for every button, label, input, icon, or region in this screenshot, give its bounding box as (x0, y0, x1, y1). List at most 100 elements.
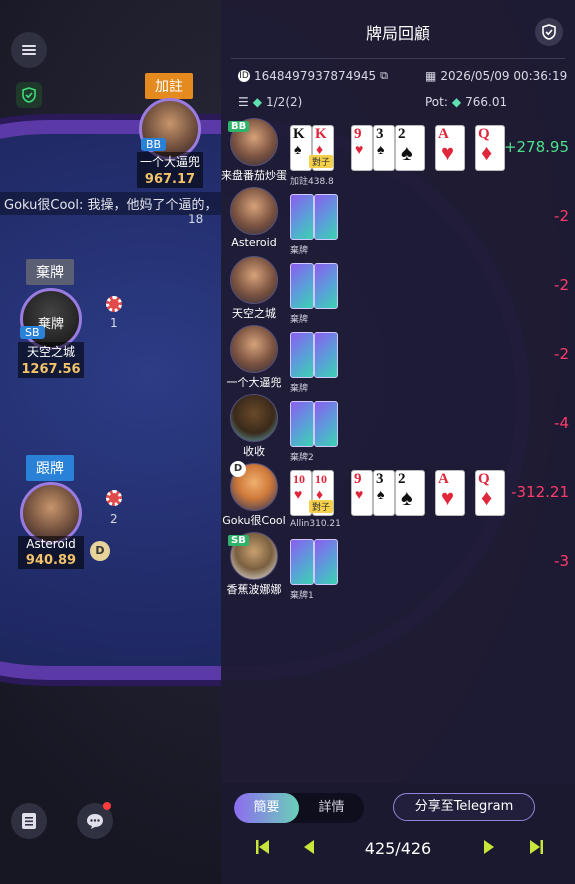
playing-card: 2 ♠ (395, 125, 425, 171)
action-tag-call: 跟牌 (26, 455, 74, 481)
seat-name: 一个大逼兜 (137, 152, 203, 171)
player-name: 香蕉波娜娜 (226, 583, 282, 596)
player-name: 收收 (243, 445, 265, 458)
avatar (230, 256, 278, 304)
player-name: 一个大逼兜 (226, 376, 282, 389)
card-back (290, 194, 314, 240)
divider (231, 58, 565, 59)
blinds-row: ☰ ◆ 1/2(2) (238, 95, 302, 109)
result-amount: -312.21 (511, 483, 569, 501)
action-note: 棄牌 (290, 246, 309, 256)
chat-button[interactable] (77, 802, 113, 839)
player-row[interactable]: D Goku很Cool 10 ♥ 10 ♦ 對子 9 ♥ 3 ♠ 2 ♠ A ♥ Q ♦ (221, 461, 575, 531)
action-note: Allin310.21 (290, 519, 341, 529)
card-back (314, 194, 338, 240)
id-icon: ID (238, 70, 250, 82)
hand-rank-tag: 對子 (309, 500, 334, 513)
action-note: 加註438.8 (290, 177, 334, 187)
pot-value: 766.01 (465, 95, 508, 109)
board-cards: 9 ♥ 3 ♠ 2 ♠ A ♥ Q ♦ (351, 470, 515, 516)
avatar (20, 482, 82, 544)
chat-bubble-icon (87, 814, 103, 829)
playing-card: 3 ♠ (373, 125, 395, 171)
dealer-badge: D (230, 461, 246, 477)
verify-button[interactable] (535, 18, 563, 46)
result-amount: -2 (554, 207, 569, 225)
player-name: 天空之城 (232, 307, 276, 320)
view-toggle: 簡要 詳情 (234, 793, 364, 823)
seat-player-sb[interactable]: 棄牌 SB 天空之城 1267.56 (18, 288, 84, 378)
menu-button[interactable] (11, 32, 47, 68)
player-name: 来盘番茄炒蛋 (221, 169, 287, 182)
position-badge: SB (228, 535, 249, 546)
seat-stack: 1267.56 (18, 361, 84, 378)
seat-name: 天空之城 (18, 342, 84, 361)
player-row[interactable]: Asteroid 棄牌 -2 (221, 187, 575, 256)
datetime-row: ▦ 2026/05/09 00:36:19 (425, 69, 567, 83)
seat-stack: 967.17 (137, 171, 203, 188)
player-row[interactable]: BB 来盘番茄炒蛋 K♠ K♦ 對子 9♥ 3♠ 2♠ A♥ Q♦ (221, 118, 575, 187)
card-back (290, 401, 314, 447)
pot-row: Pot: ◆ 766.01 (425, 95, 507, 109)
result-amount: -4 (554, 414, 569, 432)
card-back (290, 263, 314, 309)
player-row[interactable]: SB 香蕉波娜娜 棄牌1 -3 (221, 532, 575, 601)
hand-rank-tag: 對子 (309, 155, 334, 168)
playing-card: 9 ♥ (351, 470, 373, 516)
blinds-value: 1/2(2) (266, 95, 303, 109)
card-back (290, 539, 314, 585)
share-telegram-button[interactable]: 分享至Telegram (393, 793, 535, 821)
result-amount: +278.95 (503, 138, 569, 156)
position-badge: SB (20, 326, 45, 339)
hand-history-button[interactable] (11, 803, 47, 839)
position-badge: BB (141, 138, 167, 151)
panel-title: 牌局回顧 (365, 24, 430, 43)
seat-stack: 940.89 (18, 552, 84, 569)
tab-summary[interactable]: 簡要 (234, 793, 299, 823)
review-footer: 簡要 詳情 分享至Telegram 425/426 (221, 783, 575, 884)
tab-detail[interactable]: 詳情 (299, 793, 364, 823)
chat-message: Goku很Cool: 我操，他妈了个逼的， (0, 192, 222, 215)
seat-player-asteroid[interactable]: Asteroid 940.89 (18, 482, 84, 569)
hand-id-row: ID 1648497937874945 ⧉ (238, 69, 388, 83)
card-back (314, 401, 338, 447)
next-hand-button[interactable] (483, 839, 495, 859)
chip-count: 2 (110, 512, 118, 526)
playing-card: A ♥ (435, 125, 465, 171)
playing-card: 9 ♥ (351, 125, 373, 171)
avatar (230, 187, 278, 235)
hamburger-icon (22, 43, 36, 57)
action-note: 棄牌 (290, 315, 309, 325)
result-amount: -2 (554, 345, 569, 363)
card-back (314, 332, 338, 378)
hand-review-panel: 牌局回顧 ID 1648497937874945 ⧉ ▦ 2026/05/09 … (221, 0, 575, 884)
last-hand-button[interactable] (529, 839, 543, 859)
card-back (314, 263, 338, 309)
avatar: 棄牌 (20, 288, 82, 350)
shield-check-icon (542, 24, 556, 40)
coin-stack-icon: ☰ (238, 95, 249, 109)
player-row[interactable]: 天空之城 棄牌 -2 (221, 256, 575, 325)
shield-icon[interactable] (16, 82, 42, 108)
action-note: 棄牌1 (290, 591, 314, 601)
seat-name: Asteroid (18, 536, 84, 552)
calendar-icon: ▦ (425, 69, 437, 83)
hole-cards-facedown (290, 194, 338, 240)
notification-dot (103, 802, 111, 810)
player-name: Goku很Cool (222, 514, 286, 527)
skip-last-icon (530, 840, 543, 854)
action-tag-raise: 加註 (145, 73, 193, 99)
seat-player-bb[interactable]: BB 一个大逼兜 967.17 (137, 98, 203, 188)
gem-icon: ◆ (451, 95, 462, 109)
card-back (290, 332, 314, 378)
board-cards: 9 ♥ 3 ♠ 2 ♠ A ♥ Q ♦ (351, 125, 515, 171)
player-row[interactable]: 一个大逼兜 棄牌 -2 (221, 325, 575, 394)
gem-icon: ◆ (252, 95, 262, 109)
pot-label: Pot: (425, 95, 448, 109)
avatar (230, 325, 278, 373)
player-row[interactable]: 收收 棄牌2 -4 (221, 394, 575, 463)
hand-counter: 425/426 (364, 839, 432, 858)
chip-count: 1 (110, 316, 118, 330)
chip-icon (106, 490, 122, 506)
copy-icon[interactable]: ⧉ (380, 69, 388, 83)
